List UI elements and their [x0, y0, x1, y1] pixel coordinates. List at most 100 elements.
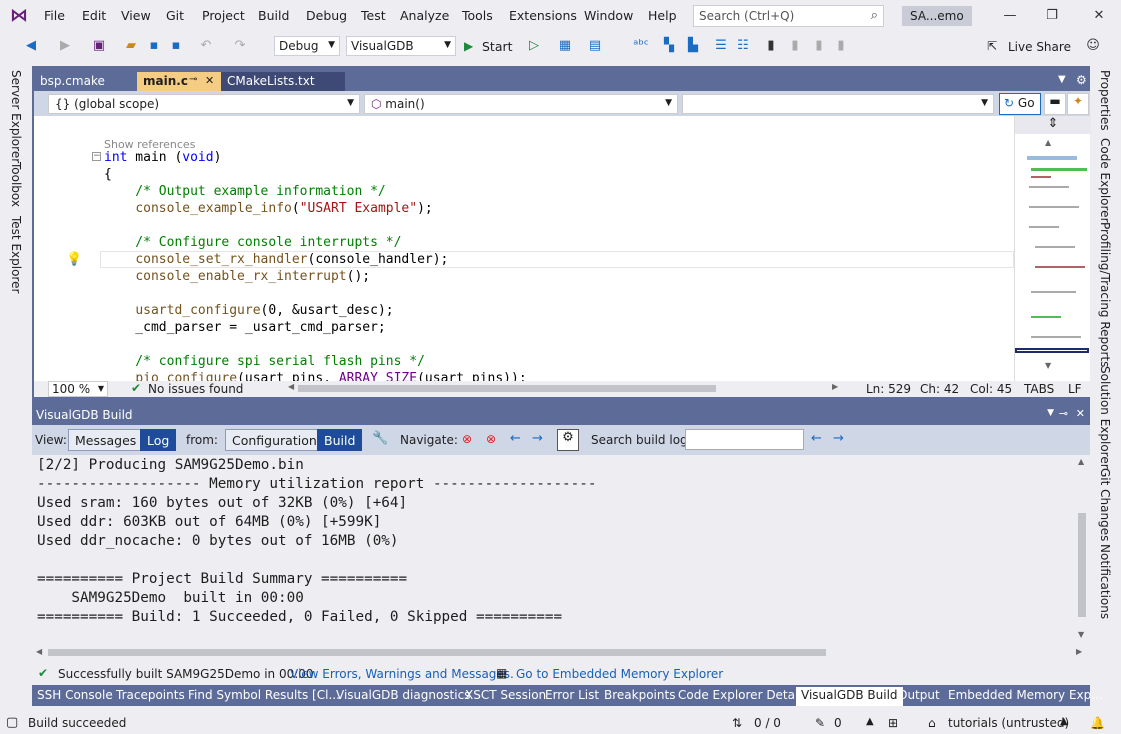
minimap-viewport[interactable]: [1015, 348, 1089, 353]
tab-find-symbol-results[interactable]: Find Symbol Results [Cl...: [183, 687, 345, 706]
menu-git[interactable]: Git: [166, 8, 184, 24]
menu-project[interactable]: Project: [202, 8, 245, 24]
bookmark-prev-icon[interactable]: ▮: [786, 37, 804, 55]
restore-icon[interactable]: ❐: [1042, 6, 1062, 26]
new-project-icon[interactable]: ▣: [90, 37, 108, 55]
browse-icon[interactable]: ▦: [556, 37, 574, 55]
bookmark-clear-icon[interactable]: ▮: [832, 37, 850, 55]
toolbox-tab[interactable]: Toolbox: [9, 162, 23, 207]
notifications-bell-icon[interactable]: 🔔: [1090, 716, 1105, 730]
save-icon[interactable]: ▪: [145, 37, 163, 55]
tab-xsct-session[interactable]: XSCT Session: [460, 687, 551, 706]
code-minimap[interactable]: ⇕ ▲ ▼: [1014, 116, 1091, 381]
line-number[interactable]: Ln: 529: [866, 382, 911, 396]
line-ending[interactable]: LF: [1068, 382, 1082, 396]
from-build-button[interactable]: Build: [317, 429, 363, 451]
menu-help[interactable]: Help: [648, 8, 677, 24]
sync-icon[interactable]: ⇅: [732, 716, 742, 730]
prev-error-icon[interactable]: ⊗: [462, 432, 472, 446]
menu-debug[interactable]: Debug: [306, 8, 347, 24]
column-number[interactable]: Col: 45: [970, 382, 1012, 396]
issues-status[interactable]: No issues found: [148, 382, 243, 396]
scroll-up-icon[interactable]: ▲: [1045, 138, 1051, 147]
arrow-left-icon[interactable]: ←: [510, 431, 521, 446]
scroll-down-icon[interactable]: ▼: [1078, 630, 1084, 639]
menu-file[interactable]: File: [44, 8, 65, 24]
properties-tab[interactable]: Properties: [1098, 70, 1112, 131]
code-explorer-tab[interactable]: Code Explorer: [1098, 138, 1112, 223]
repo-icon[interactable]: ⊞: [888, 716, 898, 730]
menu-analyze[interactable]: Analyze: [400, 8, 449, 24]
tab-breakpoints[interactable]: Breakpoints: [599, 687, 680, 706]
tab-visualgdb-build[interactable]: VisualGDB Build: [796, 687, 903, 706]
scroll-right-icon[interactable]: ▶: [832, 382, 838, 391]
scroll-left-icon[interactable]: ◀: [288, 382, 294, 391]
view-errors-link[interactable]: View Errors, Warnings and Messages.: [290, 667, 514, 681]
undo-icon[interactable]: ↶: [197, 37, 215, 55]
tab-visualgdb-diagnostics[interactable]: VisualGDB diagnostics: [331, 687, 475, 706]
menu-tools[interactable]: Tools: [462, 8, 493, 24]
tab-bsp-cmake[interactable]: bsp.cmake: [34, 72, 137, 91]
pencil-icon[interactable]: ✎: [815, 716, 825, 730]
scope-combo[interactable]: {} (global scope) ▼: [48, 94, 360, 114]
settings-icon[interactable]: ✦: [1067, 93, 1089, 115]
live-share-button[interactable]: Live Share: [1008, 40, 1071, 54]
pin-icon[interactable]: ⊸: [1059, 407, 1068, 420]
tools-icon[interactable]: 🔧: [372, 431, 388, 446]
platform-select[interactable]: VisualGDB ▼: [346, 36, 456, 56]
tab-embedded-memory-explorer[interactable]: Embedded Memory Exp...: [943, 687, 1108, 706]
view-messages-button[interactable]: Messages: [68, 429, 144, 451]
minimize-icon[interactable]: —: [1000, 6, 1020, 26]
view-log-button[interactable]: Log: [140, 429, 177, 451]
split-icon[interactable]: ⇕: [1015, 116, 1091, 134]
tab-cmakelists[interactable]: CMakeLists.txt: [221, 72, 345, 91]
chevron-up-icon[interactable]: ▲: [1060, 716, 1068, 727]
tab-main-c[interactable]: main.c ⊸ ✕: [137, 72, 221, 91]
edits-count[interactable]: 0: [834, 716, 842, 730]
server-explorer-tab[interactable]: Server Explorer: [9, 70, 23, 163]
feedback-icon[interactable]: ☺: [1084, 37, 1102, 55]
arrow-right-icon[interactable]: →: [532, 431, 543, 446]
scroll-left-icon[interactable]: ◀: [36, 647, 42, 656]
close-icon[interactable]: ✕: [1089, 6, 1109, 26]
branch-name[interactable]: tutorials (untrusted): [948, 716, 1069, 730]
scrollbar-thumb[interactable]: [1078, 513, 1086, 617]
pin-icon[interactable]: ⊸: [189, 74, 197, 85]
log-horizontal-scrollbar[interactable]: ◀ ▶: [32, 645, 1090, 661]
tab-ssh-console[interactable]: SSH Console: [32, 687, 118, 706]
align-icon[interactable]: ▙: [684, 37, 702, 55]
chevron-down-icon[interactable]: ▼: [1047, 408, 1054, 418]
collapse-icon[interactable]: −: [92, 152, 101, 161]
redo-icon[interactable]: ↷: [231, 37, 249, 55]
tab-overflow-icon[interactable]: ▼: [1058, 74, 1066, 85]
close-icon[interactable]: ✕: [1076, 407, 1085, 420]
start-icon[interactable]: ▶: [464, 39, 473, 53]
test-explorer-tab[interactable]: Test Explorer: [9, 216, 23, 293]
tab-error-list[interactable]: Error List: [540, 687, 604, 706]
layout-icon[interactable]: ▤: [586, 37, 604, 55]
build-log[interactable]: [2/2] Producing SAM9G25Demo.bin --------…: [32, 455, 1078, 645]
chevron-up-icon[interactable]: ▲: [866, 716, 874, 727]
spellcheck-icon[interactable]: ᵃᵇᶜ: [632, 37, 650, 55]
menu-extensions[interactable]: Extensions: [509, 8, 577, 24]
bookmark-icon[interactable]: ▮: [762, 37, 780, 55]
save-all-icon[interactable]: ▪: [167, 37, 185, 55]
profiling-reports-tab[interactable]: Profiling/Tracing Reports: [1098, 222, 1112, 367]
settings-icon[interactable]: ⚙: [557, 429, 579, 451]
next-error-icon[interactable]: ⊗: [486, 432, 496, 446]
zoom-select[interactable]: 100 % ▼: [48, 381, 108, 397]
branch-icon[interactable]: ⌂: [928, 716, 936, 730]
start-without-debugging-icon[interactable]: ▷: [525, 37, 543, 55]
go-button[interactable]: ↻ Go: [999, 93, 1041, 115]
indent-icon[interactable]: ☰: [712, 37, 730, 55]
log-vertical-scrollbar[interactable]: ▲ ▼: [1074, 455, 1090, 645]
char-number[interactable]: Ch: 42: [920, 382, 959, 396]
outdent-icon[interactable]: ☷: [734, 37, 752, 55]
tab-output[interactable]: Output: [893, 687, 945, 706]
gear-icon[interactable]: ⚙: [1076, 73, 1087, 87]
configuration-select[interactable]: Debug ▼: [274, 36, 340, 56]
git-changes-count[interactable]: 0 / 0: [754, 716, 781, 730]
lightbulb-icon[interactable]: 💡: [66, 252, 82, 267]
scroll-up-icon[interactable]: ▲: [1078, 457, 1084, 466]
from-configuration-button[interactable]: Configuration: [225, 429, 324, 451]
